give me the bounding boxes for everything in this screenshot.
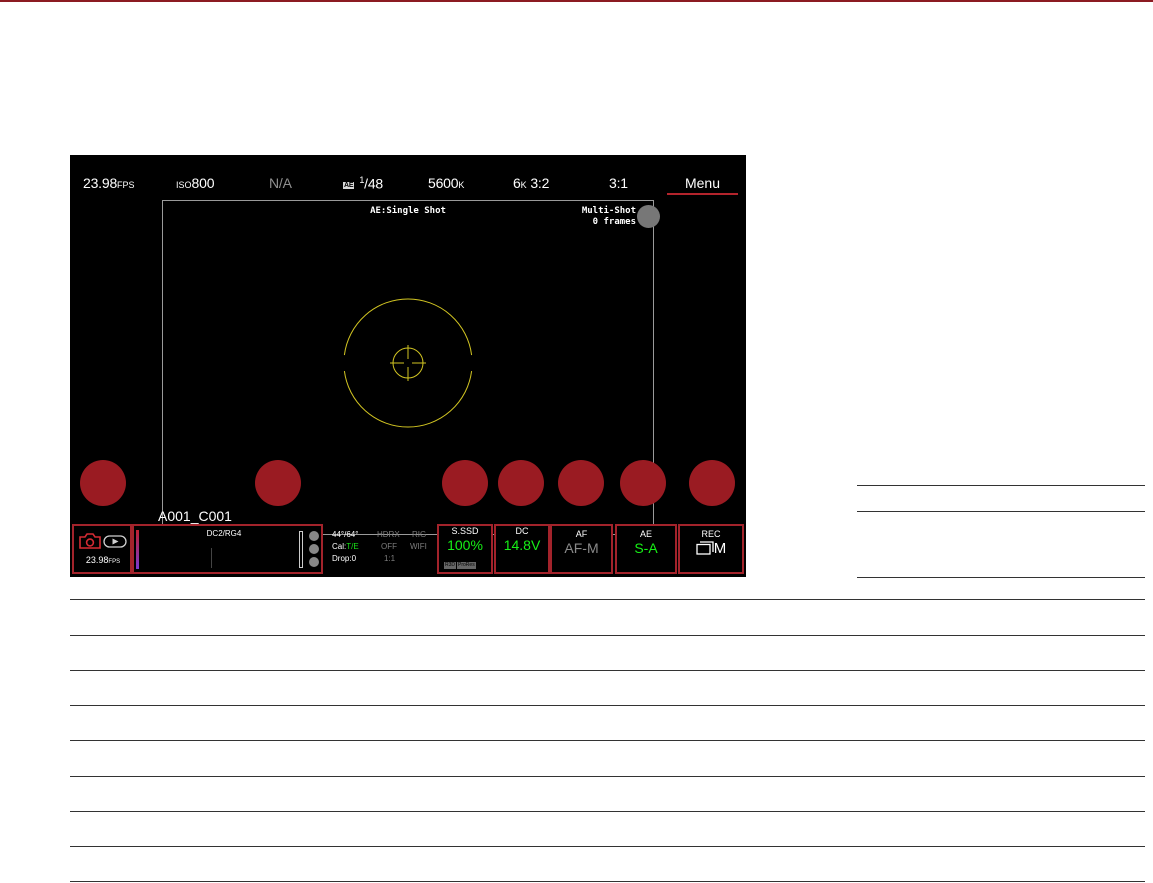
table-rule (70, 846, 1145, 847)
table-rule (70, 635, 1145, 636)
af-mode: AF-M (564, 540, 599, 556)
camera-icon (79, 533, 101, 549)
media-panel[interactable]: S.SSD 100% R3D ProRes (437, 524, 493, 574)
status-led (309, 557, 319, 567)
record-indicator (637, 205, 660, 228)
audio-meter (299, 531, 303, 568)
playback-icon (103, 535, 127, 548)
callout-marker (689, 460, 735, 506)
manual-page: 23.98FPS ISO800 N/A AE1/48 5600K 6K 3:2 … (0, 0, 1153, 883)
compression-readout[interactable]: 3:1 (609, 175, 628, 191)
temperature-readout: 44°/64° (332, 530, 359, 539)
aperture-readout[interactable]: N/A (269, 175, 292, 191)
record-fps: 23.98FPS (85, 555, 121, 565)
table-rule (70, 740, 1145, 741)
callout-marker (80, 460, 126, 506)
af-reticle-icon (343, 298, 473, 428)
histogram-midline (211, 548, 212, 568)
table-rule (70, 670, 1145, 671)
multi-frame-icon (696, 541, 714, 555)
table-rule (857, 577, 1145, 578)
drop-frame-readout: Drop:0 (332, 554, 357, 563)
callout-marker (558, 460, 604, 506)
table-rule (70, 599, 1145, 600)
callout-marker (442, 460, 488, 506)
table-rule (70, 776, 1145, 777)
callout-marker (255, 460, 301, 506)
format-readout[interactable]: 6K 3:2 (513, 175, 549, 191)
power-panel[interactable]: DC 14.8V (494, 524, 550, 574)
table-rule (857, 485, 1145, 486)
rig-label: RIG (412, 530, 427, 539)
table-rule (70, 811, 1145, 812)
status-led (309, 544, 319, 554)
ae-panel[interactable]: AE S-A (615, 524, 677, 574)
power-label: DC (515, 526, 529, 536)
callout-marker (620, 460, 666, 506)
header-rule (0, 0, 1153, 2)
wifi-label: WIFI (410, 542, 427, 551)
callout-marker (498, 460, 544, 506)
rec-label: REC (701, 529, 721, 539)
clip-name: A001_C001 (158, 508, 232, 524)
power-voltage: 14.8V (503, 537, 541, 553)
media-format-tags: R3D ProRes (444, 562, 476, 569)
ratio-value: 1:1 (384, 554, 396, 563)
menu-button[interactable]: Menu (667, 175, 738, 195)
af-label: AF (575, 529, 588, 539)
media-label: S.SSD (451, 526, 479, 536)
af-panel[interactable]: AF AF-M (550, 524, 613, 574)
table-rule (70, 881, 1145, 882)
hdrx-label: HDRX (377, 530, 400, 539)
histogram-label: DC2/RG4 (206, 529, 242, 538)
media-capacity: 100% (447, 537, 483, 553)
white-balance-readout[interactable]: 5600K (428, 175, 464, 191)
rec-mode: M (680, 540, 742, 557)
table-rule (70, 705, 1145, 706)
status-led (309, 531, 319, 541)
hdrx-value: OFF (381, 542, 397, 551)
record-mode-panel[interactable]: 23.98FPS (72, 524, 132, 574)
multishot-status: Multi-Shot 0 frames (581, 206, 636, 227)
ae-label: AE (639, 529, 652, 539)
table-rule (857, 511, 1145, 512)
iso-readout[interactable]: ISO800 (176, 175, 214, 191)
system-info-block[interactable]: 44°/64° Cal:T/E Drop:0 HDRX OFF 1:1 RIG … (332, 529, 440, 569)
shutter-readout[interactable]: AE1/48 (343, 175, 383, 192)
fps-readout[interactable]: 23.98FPS (83, 175, 135, 191)
calibration-readout: Cal:T/E (332, 542, 359, 551)
auto-exposure-badge: AE (343, 181, 355, 189)
camera-display: 23.98FPS ISO800 N/A AE1/48 5600K 6K 3:2 … (70, 155, 746, 577)
histogram-panel[interactable]: DC2/RG4 (132, 524, 323, 574)
ae-mode: S-A (634, 540, 658, 556)
rec-panel[interactable]: REC M (678, 524, 744, 574)
